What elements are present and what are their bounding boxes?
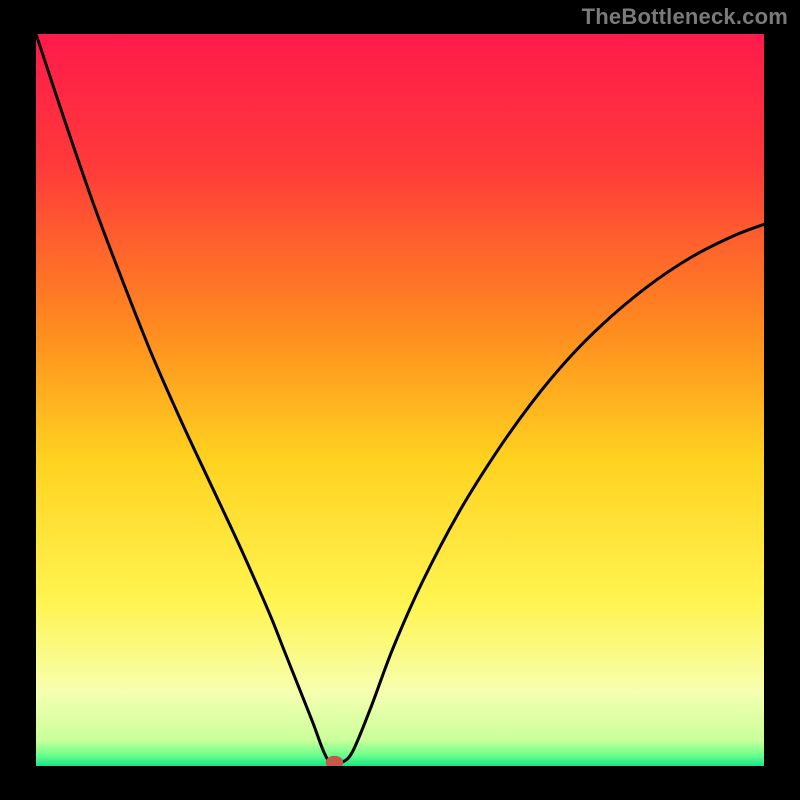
plot-svg: [36, 34, 764, 766]
chart-frame: TheBottleneck.com: [0, 0, 800, 800]
gradient-background: [36, 34, 764, 766]
plot-area: [36, 34, 764, 766]
watermark-label: TheBottleneck.com: [582, 4, 788, 30]
